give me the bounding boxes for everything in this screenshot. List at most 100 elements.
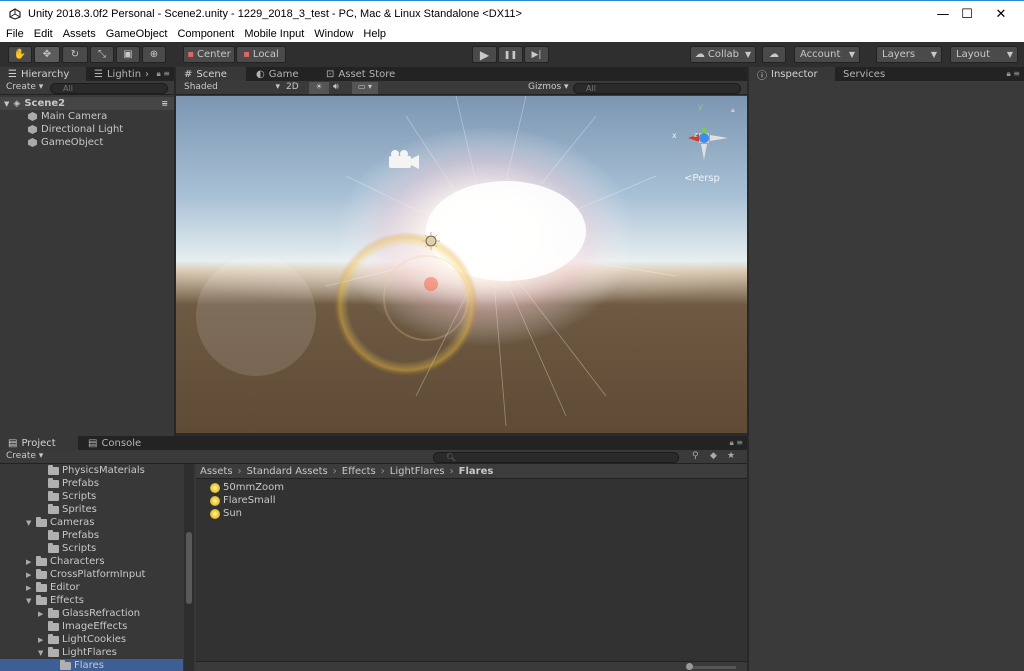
project-tree-item[interactable]: Flares: [0, 659, 183, 671]
scene-menu-icon[interactable]: ≡: [161, 99, 168, 108]
scrollbar-thumb[interactable]: [186, 532, 192, 604]
breadcrumb-item[interactable]: Standard Assets: [247, 466, 328, 477]
menu-edit[interactable]: Edit: [28, 28, 57, 40]
chevron-right-icon[interactable]: ▶: [26, 571, 36, 579]
project-tree-item[interactable]: PhysicsMaterials: [0, 464, 183, 477]
favorite-star-icon[interactable]: ★: [727, 451, 735, 461]
zoom-slider-track[interactable]: [686, 666, 736, 669]
asset-item[interactable]: Sun: [210, 507, 242, 520]
tab-scene[interactable]: # Scene: [176, 67, 246, 81]
tab-asset-store[interactable]: ⊡ Asset Store: [318, 67, 408, 81]
menu-help[interactable]: Help: [357, 28, 390, 40]
hand-tool-button[interactable]: ✋: [8, 46, 32, 63]
layers-label: Layers: [882, 49, 916, 60]
panel-menu-icon[interactable]: 🔒︎ ≡: [156, 69, 170, 79]
chevron-down-icon[interactable]: ▼: [26, 519, 36, 527]
project-tree-item[interactable]: Sprites: [0, 503, 183, 516]
scene-search-input[interactable]: All: [573, 83, 741, 94]
filter-label-icon[interactable]: ◆: [710, 451, 717, 461]
2d-toggle[interactable]: 2D: [286, 82, 299, 92]
chevron-right-icon[interactable]: ▶: [26, 584, 36, 592]
scene-viewport[interactable]: y x z 🔒︎ <Persp: [176, 96, 747, 433]
gizmos-dropdown[interactable]: Gizmos ▾: [528, 82, 569, 92]
shading-dropdown[interactable]: Shaded ▾: [184, 82, 280, 92]
hierarchy-item[interactable]: GameObject: [0, 136, 174, 149]
chevron-right-icon[interactable]: ▶: [38, 636, 48, 644]
project-tree-item[interactable]: ▶ LightCookies: [0, 633, 183, 646]
scene-root-row[interactable]: ▼ ◈ Scene2 ≡: [0, 97, 174, 110]
scale-tool-button[interactable]: ⤡: [90, 46, 114, 63]
breadcrumb-item[interactable]: Effects: [342, 466, 376, 477]
project-tree-item[interactable]: ▶ GlassRefraction: [0, 607, 183, 620]
chevron-down-icon[interactable]: ▼: [26, 597, 36, 605]
project-tree-item[interactable]: ▼ Cameras: [0, 516, 183, 529]
effects-dropdown[interactable]: ▭ ▾: [352, 82, 378, 94]
chevron-down-icon[interactable]: ▼: [38, 649, 48, 657]
menu-component[interactable]: Component: [171, 28, 238, 40]
play-button[interactable]: ▶: [472, 46, 497, 63]
menu-gameobject[interactable]: GameObject: [100, 28, 172, 40]
project-tree-item[interactable]: ImageEffects: [0, 620, 183, 633]
project-tree-item[interactable]: ▶ Editor: [0, 581, 183, 594]
tab-project[interactable]: ▤ Project: [0, 436, 78, 450]
project-toolbar: Create ▾ 🔍︎ ⚲ ◆ ★: [0, 450, 747, 464]
projection-label[interactable]: <Persp: [684, 173, 720, 184]
breadcrumb-item[interactable]: LightFlares: [390, 466, 445, 477]
tab-console[interactable]: ▤ Console: [80, 436, 150, 450]
rect-tool-button[interactable]: ▣: [116, 46, 140, 63]
menu-assets[interactable]: Assets: [57, 28, 100, 40]
filter-type-icon[interactable]: ⚲: [692, 451, 699, 461]
project-tree-item[interactable]: ▼ Effects: [0, 594, 183, 607]
pause-button[interactable]: ❚❚: [498, 46, 523, 63]
lighting-toggle-icon[interactable]: ☀: [309, 82, 329, 94]
lock-icon[interactable]: 🔒︎: [731, 106, 735, 115]
asset-item[interactable]: FlareSmall: [210, 494, 275, 507]
tab-game[interactable]: ◐ Game: [248, 67, 316, 81]
cloud-button[interactable]: ☁: [762, 46, 786, 63]
menu-mobile-input[interactable]: Mobile Input: [238, 28, 308, 40]
asset-item[interactable]: 50mmZoom: [210, 481, 284, 494]
project-search-input[interactable]: 🔍︎: [433, 452, 679, 463]
close-button[interactable]: ✕: [978, 1, 1024, 27]
hierarchy-create-button[interactable]: Create ▾: [6, 82, 43, 92]
move-tool-button[interactable]: ✥: [34, 46, 60, 63]
hierarchy-search-input[interactable]: All: [50, 83, 168, 94]
panel-menu-icon[interactable]: 🔒︎ ≡: [729, 438, 743, 448]
hierarchy-item[interactable]: Directional Light: [0, 123, 174, 136]
panel-menu-icon[interactable]: 🔒︎ ≡: [1006, 69, 1020, 79]
menu-file[interactable]: File: [0, 28, 28, 40]
project-tree-item[interactable]: ▶ CrossPlatformInput: [0, 568, 183, 581]
chevron-right-icon[interactable]: ▶: [38, 610, 48, 618]
project-tree-item[interactable]: Prefabs: [0, 477, 183, 490]
breadcrumb-current[interactable]: Flares: [459, 466, 494, 477]
gameobject-icon: [28, 112, 37, 121]
step-button[interactable]: ▶|: [524, 46, 549, 63]
pivot-center-button[interactable]: ▪ Center: [183, 46, 235, 63]
project-create-button[interactable]: Create ▾: [6, 451, 43, 461]
collab-dropdown[interactable]: ☁ Collab ▼: [690, 46, 756, 63]
chevron-right-icon[interactable]: ▶: [26, 558, 36, 566]
project-tree-item[interactable]: ▼ LightFlares: [0, 646, 183, 659]
zoom-slider-handle[interactable]: [686, 663, 693, 670]
project-tree-scrollbar[interactable]: [184, 464, 194, 671]
folder-icon: [48, 464, 59, 475]
project-tree-item[interactable]: Scripts: [0, 542, 183, 555]
tab-hierarchy[interactable]: ☰ Hierarchy: [0, 67, 86, 81]
project-tree-item[interactable]: Prefabs: [0, 529, 183, 542]
transform-tool-button[interactable]: ⊕: [142, 46, 166, 63]
pivot-local-button[interactable]: ▪ Local: [236, 46, 286, 63]
hierarchy-item[interactable]: Main Camera: [0, 110, 174, 123]
project-tree-item[interactable]: ▶ Characters: [0, 555, 183, 568]
menu-window[interactable]: Window: [308, 28, 357, 40]
tab-lighting[interactable]: ☰ Lightin ›: [86, 67, 150, 81]
project-tree-item[interactable]: Scripts: [0, 490, 183, 503]
breadcrumb-item[interactable]: Assets: [200, 466, 233, 477]
tab-inspector[interactable]: ⓘ Inspector: [749, 67, 835, 82]
layers-dropdown[interactable]: Layers ▼: [876, 46, 942, 63]
audio-toggle-icon[interactable]: 🔊︎: [333, 82, 347, 92]
scene-tab-bar: # Scene ◐ Game ⊡ Asset Store: [176, 67, 747, 81]
rotate-tool-button[interactable]: ↻: [62, 46, 88, 63]
tab-services[interactable]: Services: [835, 67, 905, 81]
layout-dropdown[interactable]: Layout ▼: [950, 46, 1018, 63]
account-dropdown[interactable]: Account ▼: [794, 46, 860, 63]
